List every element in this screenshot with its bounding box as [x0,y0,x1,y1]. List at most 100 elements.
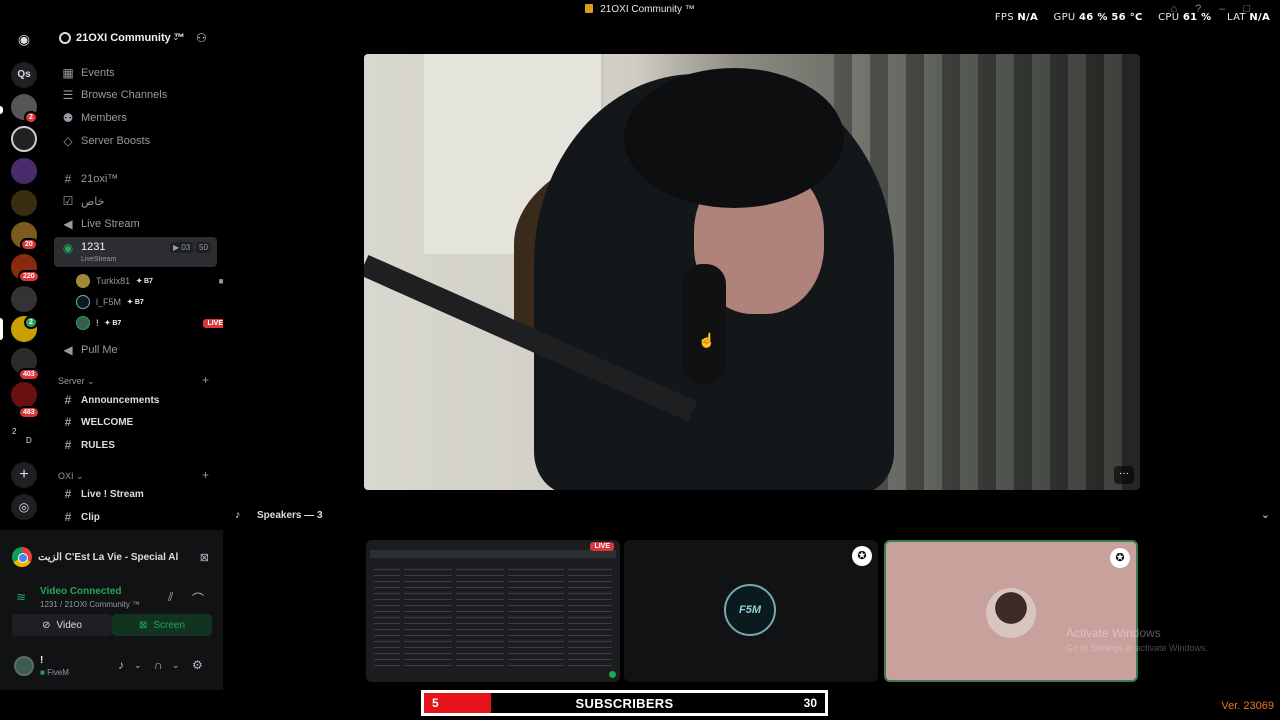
hash-icon: # [64,510,72,524]
hash-icon: # [64,487,72,501]
invite-people-icon[interactable]: ⚇ [196,31,207,45]
participant-tile-self[interactable]: ✪ [884,540,1138,682]
avatar [76,274,90,288]
microphone-icon[interactable]: ♪ [118,658,124,672]
video-count: ▶ 03 [170,242,194,253]
more-options-icon[interactable]: ··· [1114,466,1134,484]
menu-events[interactable]: ▦ Events [54,63,217,83]
activity-status[interactable]: الزيت C'Est La Vie - Special Al... ⊠ [6,538,217,576]
list-icon: ☰ [62,88,74,102]
category-server[interactable]: Server ⌄ [58,376,95,387]
speaking-indicator [609,671,616,678]
channel-clip[interactable]: # Clip [54,507,217,527]
guild-header[interactable]: 21OXI Community ™ ⌄ ⚇ [48,22,223,54]
mention-badge: 483 [18,406,40,419]
hash-icon: # [64,393,72,407]
checkbox-icon: ☑ [62,194,74,208]
channel-welcome[interactable]: # WELCOME [54,412,217,432]
channel-21oxi[interactable]: #21oxi™ [54,169,217,189]
windows-activation-watermark: Activate Windows Go to Settings to activ… [1066,626,1209,653]
channel-live-stream[interactable]: ◀ Live Stream [54,214,217,234]
main-video-feed[interactable]: ··· [364,54,1140,490]
channel-sidebar: 21OXI Community ™ ⌄ ⚇ ▦ Events ☰ Browse Ch… [48,22,227,530]
add-server-icon[interactable]: + [11,462,37,488]
hash-icon: # [64,438,72,452]
microphone-icon: ♪ [235,509,241,521]
voice-user-l-f5m[interactable]: l_F5M ✦ B7 [76,293,216,311]
voice-connected-icon: ◉ [62,241,74,255]
speaker-icon: ◀ [63,343,73,357]
menu-members[interactable]: ⚉ Members [54,108,217,128]
stream-overlay-footer: 5 SUBSCRIBERS 30 Ver. 23069 [0,690,1280,720]
gear-icon[interactable]: ⚙ [192,658,203,672]
speaker-icon: ◀ [63,217,73,231]
channel-private[interactable]: ☑ خاص [54,191,217,211]
menu-browse-channels[interactable]: ☰ Browse Channels [54,85,217,105]
pin-icon[interactable]: ✪ [852,546,872,566]
channel-announcements[interactable]: # Announcements [54,390,217,410]
noise-suppression-icon[interactable]: ⫽ [168,590,173,605]
avatar[interactable] [14,656,34,676]
server-icon-7[interactable] [11,286,37,312]
category-oxi[interactable]: OXI ⌄ [58,471,84,482]
hash-icon: # [64,172,72,186]
screen-share-button[interactable]: ⊠ Screen [112,614,212,636]
user-panel: الزيت C'Est La Vie - Special Al... ⊠ ≋ V… [0,530,223,690]
voice-channel-1231[interactable]: ◉ 1231 LiveStream ▶ 03 50 [54,237,217,267]
mention-badge: 220 [18,270,40,283]
channel-live-stream-oxi[interactable]: # Live ! Stream [54,484,217,504]
signal-icon[interactable]: ≋ [16,590,26,604]
disconnect-icon[interactable]: ⌒ [192,590,204,607]
discover-icon[interactable]: ◎ [11,494,37,520]
speakers-bar[interactable]: ♪ Speakers — 3 ⌄ [223,506,1280,526]
user-status: ■ FiveM [40,668,69,677]
video-button[interactable]: ⊘ Video [12,614,112,636]
channel-rules[interactable]: # RULES [54,435,217,455]
voice-user-self[interactable]: ! ✦ B7 LIVE [76,314,227,332]
shared-screen-preview [370,550,616,676]
members-icon: ⚉ [62,111,74,125]
server-qs[interactable]: Qs [11,62,37,88]
role-tag: ✦ B7 [127,299,144,306]
discord-app: 21OXI Community ™ ⌂ ? – □ FPS N/A GPU 46… [0,0,1280,690]
headphones-icon[interactable]: ∩ [154,658,163,672]
chevron-down-icon[interactable]: ⌄ [1261,508,1270,521]
mention-badge: 2 [24,111,38,124]
chevron-down-icon[interactable]: ⌄ [172,660,180,671]
add-channel-icon[interactable]: + [202,468,209,482]
f5m-logo: F5M [724,584,776,636]
screen-share-icon: ⊠ [138,619,148,631]
live-badge: LIVE [590,542,614,551]
participant-tile-f5m[interactable]: F5M ✪ [624,540,878,682]
server-icon-10[interactable] [11,382,37,408]
subscriber-goal-bar: 5 SUBSCRIBERS 30 [421,690,828,716]
avatar [76,295,90,309]
chevron-down-icon[interactable]: ⌄ [134,660,142,671]
server-icon-4[interactable] [11,190,37,216]
server-icon-3[interactable] [11,158,37,184]
add-channel-icon[interactable]: + [202,373,209,387]
unread-pill [0,106,3,114]
discord-home-icon[interactable]: ◉ [11,26,37,52]
channel-pull-me[interactable]: ◀ Pull Me [54,340,217,360]
chrome-icon [12,547,32,567]
subscriber-goal: 30 [803,696,817,710]
voice-user-turkix81[interactable]: Turkix81 ✦ B7 ■ [76,272,224,290]
menu-server-boosts[interactable]: ◇ Server Boosts [54,131,217,151]
avatar [76,316,90,330]
pin-icon[interactable]: ✪ [1110,548,1130,568]
user-area: ! ■ FiveM ♪ ⌄ ∩ ⌄ ⚙ [0,650,223,690]
avatar [986,588,1036,638]
stop-activity-icon[interactable]: ⊠ [200,551,209,564]
selected-pill [0,318,3,340]
server-folder[interactable]: 2D [12,427,32,445]
version-label: Ver. 23069 [1221,700,1274,712]
mention-badge: 2 [24,316,38,329]
role-tag: ✦ B7 [136,278,153,285]
participant-tile-screenshare[interactable]: LIVE [366,540,620,682]
server-icon-shadow[interactable] [11,126,37,152]
user-limit: 50 [196,242,211,253]
app-icon [585,4,594,13]
calendar-icon: ▦ [62,66,74,80]
video-stage: ··· ♪ Speakers — 3 ⌄ LIVE F5M ✪ ✪ Activa… [223,22,1280,690]
